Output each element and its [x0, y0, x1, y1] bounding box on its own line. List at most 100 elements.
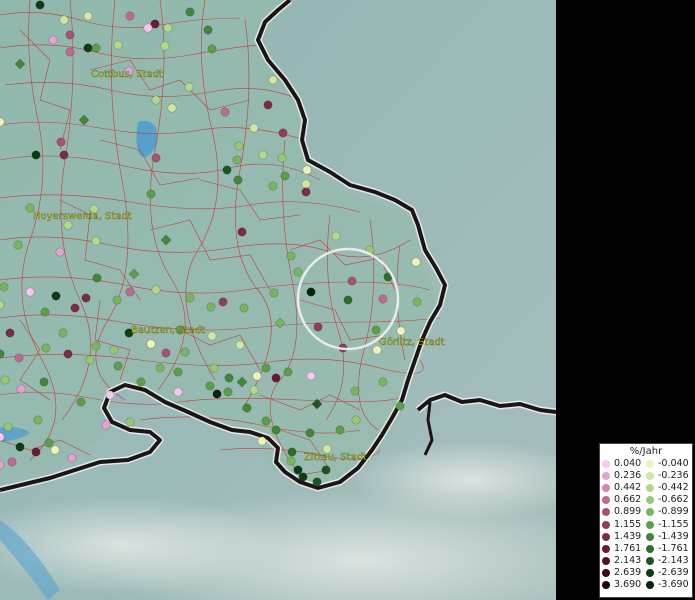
station-marker[interactable]: [378, 377, 388, 387]
station-marker[interactable]: [252, 371, 262, 381]
station-marker[interactable]: [212, 389, 222, 399]
station-marker[interactable]: [41, 343, 51, 353]
station-marker[interactable]: [220, 107, 230, 117]
station-marker[interactable]: [167, 103, 177, 113]
station-marker[interactable]: [239, 303, 249, 313]
station-marker[interactable]: [396, 326, 406, 336]
station-marker[interactable]: [125, 287, 135, 297]
station-marker[interactable]: [249, 385, 259, 395]
station-marker[interactable]: [249, 123, 259, 133]
station-marker[interactable]: [233, 175, 243, 185]
station-marker[interactable]: [0, 282, 9, 292]
station-marker[interactable]: [268, 181, 278, 191]
station-marker[interactable]: [63, 220, 73, 230]
station-marker[interactable]: [67, 453, 77, 463]
station-marker[interactable]: [5, 328, 15, 338]
station-marker[interactable]: [56, 137, 66, 147]
station-marker[interactable]: [306, 287, 316, 297]
station-marker[interactable]: [301, 179, 311, 189]
station-marker[interactable]: [7, 457, 17, 467]
station-marker[interactable]: [286, 251, 296, 261]
station-marker[interactable]: [113, 40, 123, 50]
station-marker[interactable]: [91, 341, 101, 351]
station-marker[interactable]: [146, 339, 156, 349]
station-marker[interactable]: [85, 355, 95, 365]
station-marker[interactable]: [301, 187, 311, 197]
station-marker[interactable]: [83, 11, 93, 21]
station-marker[interactable]: [257, 436, 267, 446]
station-marker[interactable]: [63, 349, 73, 359]
station-marker[interactable]: [234, 141, 244, 151]
station-marker[interactable]: [331, 231, 341, 241]
station-marker[interactable]: [151, 285, 161, 295]
station-marker[interactable]: [343, 295, 353, 305]
station-marker[interactable]: [185, 293, 195, 303]
station-marker[interactable]: [55, 247, 65, 257]
station-marker[interactable]: [35, 0, 45, 10]
station-marker[interactable]: [39, 377, 49, 387]
station-marker[interactable]: [83, 43, 93, 53]
station-marker[interactable]: [313, 322, 323, 332]
station-marker[interactable]: [91, 236, 101, 246]
station-marker[interactable]: [31, 447, 41, 457]
station-marker[interactable]: [312, 477, 322, 487]
station-marker[interactable]: [33, 415, 43, 425]
station-marker[interactable]: [283, 367, 293, 377]
station-marker[interactable]: [287, 447, 297, 457]
station-marker[interactable]: [395, 401, 405, 411]
station-marker[interactable]: [235, 340, 245, 350]
station-marker[interactable]: [65, 30, 75, 40]
station-marker[interactable]: [206, 302, 216, 312]
station-marker[interactable]: [109, 345, 119, 355]
station-marker[interactable]: [412, 297, 422, 307]
station-marker[interactable]: [136, 377, 146, 387]
station-marker[interactable]: [143, 23, 153, 33]
station-marker[interactable]: [160, 41, 170, 51]
station-marker[interactable]: [222, 165, 232, 175]
station-marker[interactable]: [306, 371, 316, 381]
station-marker[interactable]: [203, 25, 213, 35]
station-marker[interactable]: [125, 417, 135, 427]
station-marker[interactable]: [305, 428, 315, 438]
station-marker[interactable]: [335, 425, 345, 435]
station-marker[interactable]: [65, 47, 75, 57]
station-marker[interactable]: [113, 361, 123, 371]
station-marker[interactable]: [173, 387, 183, 397]
station-marker[interactable]: [298, 472, 308, 482]
station-marker[interactable]: [81, 293, 91, 303]
station-marker[interactable]: [125, 11, 135, 21]
station-marker[interactable]: [151, 95, 161, 105]
station-marker[interactable]: [232, 155, 242, 165]
station-marker[interactable]: [351, 415, 361, 425]
station-marker[interactable]: [0, 375, 10, 385]
station-marker[interactable]: [44, 438, 54, 448]
station-marker[interactable]: [277, 153, 287, 163]
station-marker[interactable]: [350, 386, 360, 396]
station-marker[interactable]: [184, 82, 194, 92]
station-marker[interactable]: [59, 150, 69, 160]
station-marker[interactable]: [51, 291, 61, 301]
station-marker[interactable]: [48, 35, 58, 45]
station-marker[interactable]: [237, 227, 247, 237]
station-marker[interactable]: [261, 416, 271, 426]
station-marker[interactable]: [58, 328, 68, 338]
station-marker[interactable]: [224, 373, 234, 383]
station-marker[interactable]: [411, 257, 421, 267]
station-marker[interactable]: [205, 381, 215, 391]
station-marker[interactable]: [155, 363, 165, 373]
station-marker[interactable]: [207, 44, 217, 54]
station-marker[interactable]: [321, 465, 331, 475]
station-marker[interactable]: [371, 325, 381, 335]
station-marker[interactable]: [14, 353, 24, 363]
station-marker[interactable]: [101, 420, 111, 430]
station-marker[interactable]: [293, 267, 303, 277]
station-marker[interactable]: [92, 273, 102, 283]
station-marker[interactable]: [13, 240, 23, 250]
station-marker[interactable]: [3, 422, 13, 432]
station-marker[interactable]: [207, 331, 217, 341]
station-marker[interactable]: [271, 425, 281, 435]
station-marker[interactable]: [146, 189, 156, 199]
station-marker[interactable]: [347, 276, 357, 286]
station-marker[interactable]: [269, 288, 279, 298]
station-marker[interactable]: [261, 363, 271, 373]
